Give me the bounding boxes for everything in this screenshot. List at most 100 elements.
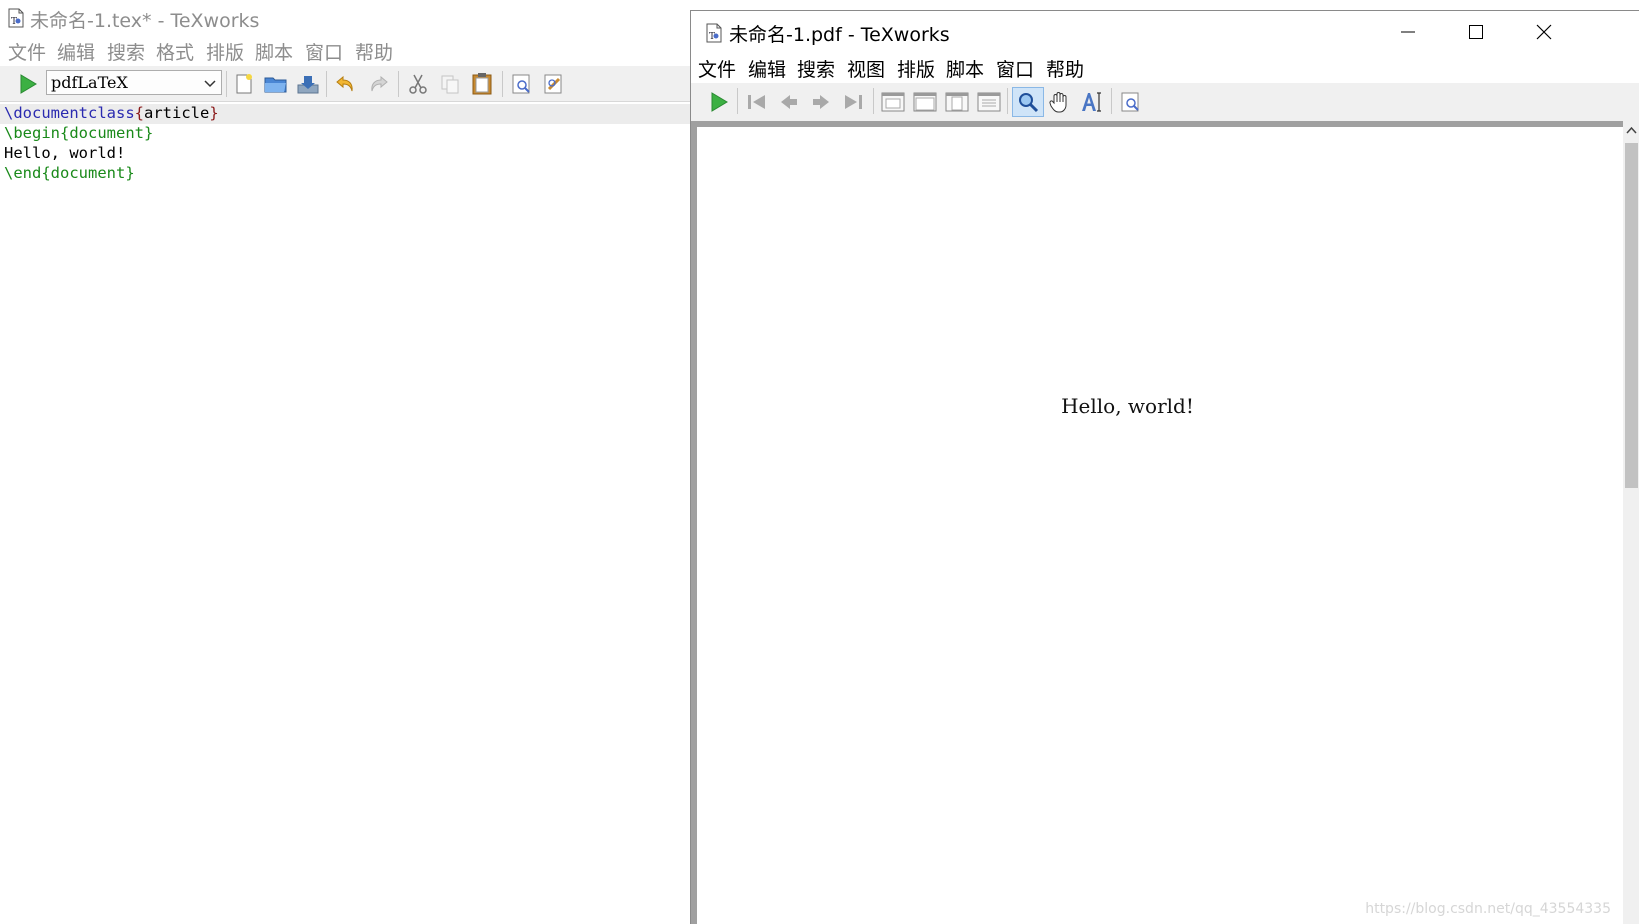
first-page-icon	[748, 95, 765, 109]
minimize-button[interactable]	[1374, 11, 1442, 53]
pdf-page: Hello, world! https://blog.csdn.net/qq_4…	[697, 127, 1623, 924]
close-icon	[1536, 24, 1552, 40]
fit-content-icon	[977, 92, 1001, 112]
fit-content-button[interactable]	[975, 88, 1003, 116]
toolbar-separator	[398, 71, 399, 97]
preview-window: T 未命名-1.pdf - TeXworks 文件 编辑 搜索 视图 排版 脚本…	[690, 10, 1639, 924]
paste-button[interactable]	[468, 70, 496, 98]
toolbar-separator	[1007, 88, 1008, 114]
menu-scripts[interactable]: 脚本	[946, 55, 984, 82]
close-button[interactable]	[1510, 11, 1578, 53]
toolbar-separator	[502, 71, 503, 97]
redo-button[interactable]	[364, 70, 392, 98]
menu-file[interactable]: 文件	[698, 55, 736, 82]
hand-scroll-icon	[1049, 92, 1067, 113]
undo-button[interactable]	[332, 70, 360, 98]
open-folder-icon	[264, 77, 287, 93]
texworks-doc-icon: T	[8, 8, 24, 32]
find-icon	[512, 74, 530, 94]
menu-edit[interactable]: 编辑	[748, 55, 786, 82]
scroll-tool-button[interactable]	[1046, 88, 1074, 116]
prev-page-button[interactable]	[775, 88, 803, 116]
redo-icon	[371, 75, 388, 92]
toolbar-separator	[226, 71, 227, 97]
fit-width-icon	[913, 92, 937, 112]
minimize-icon	[1401, 31, 1415, 33]
find-button[interactable]	[508, 70, 536, 98]
save-button[interactable]	[294, 70, 322, 98]
copy-button[interactable]	[436, 70, 464, 98]
maximize-icon	[1469, 25, 1483, 39]
scrollbar-thumb[interactable]	[1625, 143, 1638, 488]
replace-icon	[544, 74, 562, 94]
menu-search[interactable]: 搜索	[797, 55, 835, 82]
toolbar-separator	[737, 88, 738, 114]
fit-width-button[interactable]	[911, 88, 939, 116]
cut-icon	[409, 74, 427, 94]
typeset-button[interactable]	[705, 88, 733, 116]
paste-icon	[472, 73, 492, 95]
vertical-scrollbar[interactable]	[1623, 121, 1639, 924]
menu-help[interactable]: 帮助	[1046, 55, 1084, 82]
editor-menubar: 文件 编辑 搜索 格式 排版 脚本 窗口 帮助	[0, 36, 690, 66]
code-line: \end{document}	[4, 164, 135, 182]
open-file-button[interactable]	[262, 70, 290, 98]
toolbar-separator	[873, 88, 874, 114]
new-file-icon	[236, 74, 252, 94]
undo-icon	[336, 75, 353, 92]
menu-view[interactable]: 视图	[847, 55, 885, 82]
menu-edit[interactable]: 编辑	[57, 38, 95, 65]
typeset-button[interactable]	[14, 70, 42, 98]
pdf-viewer[interactable]: Hello, world! https://blog.csdn.net/qq_4…	[691, 121, 1639, 924]
select-text-tool-button[interactable]	[1078, 88, 1106, 116]
copy-icon	[441, 75, 459, 94]
code-line: Hello, world!	[4, 144, 126, 162]
preview-menubar: 文件 编辑 搜索 视图 排版 脚本 窗口 帮助	[691, 53, 1639, 83]
source-editor[interactable]: \documentclass{article} \begin{document}…	[0, 104, 690, 924]
editor-window-title: 未命名-1.tex* - TeXworks	[30, 10, 260, 32]
chevron-up-icon	[1626, 126, 1637, 134]
chevron-down-icon	[203, 75, 217, 94]
actual-size-button[interactable]	[879, 88, 907, 116]
typeset-icon	[20, 74, 37, 94]
scroll-up-button[interactable]	[1623, 121, 1639, 138]
editor-window: T 未命名-1.tex* - TeXworks 文件 编辑 搜索 格式 排版 脚…	[0, 0, 690, 924]
magnify-tool-button[interactable]	[1012, 87, 1044, 117]
pdf-page-text: Hello, world!	[1061, 394, 1194, 418]
menu-format[interactable]: 格式	[156, 38, 194, 65]
next-page-button[interactable]	[807, 88, 835, 116]
actual-size-icon	[881, 92, 905, 112]
find-icon	[1121, 92, 1139, 112]
next-page-icon	[813, 95, 829, 109]
menu-window[interactable]: 窗口	[305, 38, 343, 65]
preview-toolbar	[691, 83, 1639, 121]
fit-window-button[interactable]	[943, 88, 971, 116]
menu-typeset[interactable]: 排版	[206, 38, 244, 65]
menu-help[interactable]: 帮助	[355, 38, 393, 65]
menu-window[interactable]: 窗口	[996, 55, 1034, 82]
toolbar-separator	[326, 71, 327, 97]
last-page-icon	[845, 95, 862, 109]
first-page-button[interactable]	[743, 88, 771, 116]
find-button[interactable]	[1117, 88, 1145, 116]
texworks-pdf-icon: T	[706, 23, 722, 47]
maximize-button[interactable]	[1442, 11, 1510, 53]
new-file-button[interactable]	[230, 70, 258, 98]
menu-typeset[interactable]: 排版	[897, 55, 935, 82]
replace-button[interactable]	[540, 70, 568, 98]
preview-titlebar: T 未命名-1.pdf - TeXworks	[691, 11, 1639, 53]
save-icon	[297, 76, 319, 94]
menu-search[interactable]: 搜索	[107, 38, 145, 65]
engine-dropdown[interactable]: pdfLaTeX	[46, 70, 222, 95]
watermark: https://blog.csdn.net/qq_43554335	[1365, 901, 1611, 917]
select-text-icon	[1082, 92, 1101, 112]
typeset-icon	[711, 92, 728, 112]
editor-titlebar: T 未命名-1.tex* - TeXworks	[0, 0, 690, 36]
fit-window-icon	[945, 92, 969, 112]
code-line: \documentclass{article}	[0, 104, 690, 124]
desktop: T 未命名-1.tex* - TeXworks 文件 编辑 搜索 格式 排版 脚…	[0, 0, 1639, 924]
last-page-button[interactable]	[839, 88, 867, 116]
cut-button[interactable]	[404, 70, 432, 98]
menu-file[interactable]: 文件	[8, 38, 46, 65]
menu-scripts[interactable]: 脚本	[255, 38, 293, 65]
